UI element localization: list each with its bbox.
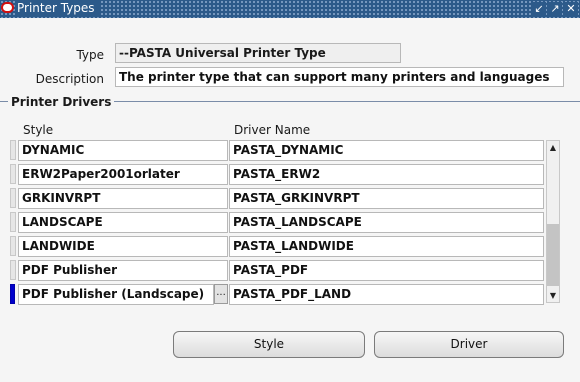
oracle-icon [1,2,14,13]
row-indicator[interactable] [10,236,16,256]
driver-button[interactable]: Driver [374,331,564,358]
row-indicator[interactable] [10,260,16,280]
vertical-scrollbar[interactable]: ▲ ▼ [546,140,560,303]
style-cell[interactable]: GRKINVRPT [18,188,228,209]
style-cell[interactable]: DYNAMIC [18,140,228,161]
printer-drivers-title: Printer Drivers [8,95,115,109]
driver-name-cell[interactable]: PASTA_GRKINVRPT [229,188,544,209]
style-cell[interactable]: LANDWIDE [18,236,228,257]
printer-types-window: Printer Types ↙ ↗ ✕ Type --PASTA Univers… [0,0,580,382]
driver-name-cell[interactable]: PASTA_LANDSCAPE [229,212,544,233]
minimize-icon[interactable]: ↙ [532,2,546,15]
driver-name-cell[interactable]: PASTA_ERW2 [229,164,544,185]
style-cell[interactable]: LANDSCAPE [18,212,228,233]
column-header-driver-name: Driver Name [234,123,311,137]
driver-name-cell[interactable]: PASTA_DYNAMIC [229,140,544,161]
maximize-icon[interactable]: ↗ [548,2,562,15]
style-button[interactable]: Style [173,331,365,358]
list-of-values-button[interactable]: ... [214,284,228,304]
driver-name-cell[interactable]: PASTA_PDF [229,260,544,281]
style-cell[interactable]: ERW2Paper2001orlater [18,164,228,185]
driver-name-cell[interactable]: PASTA_PDF_LAND [229,284,544,305]
title-bar[interactable]: Printer Types ↙ ↗ ✕ [0,0,580,18]
current-row-indicator[interactable] [10,284,15,304]
close-icon[interactable]: ✕ [564,2,578,15]
style-cell[interactable]: PDF Publisher [18,260,228,281]
style-cell-current[interactable]: PDF Publisher (Landscape) [18,284,214,305]
window-title: Printer Types [17,1,99,16]
scroll-down-icon[interactable]: ▼ [547,289,559,302]
description-field[interactable]: The printer type that can support many p… [115,67,564,87]
scroll-up-icon[interactable]: ▲ [547,141,559,154]
row-indicator[interactable] [10,140,16,160]
description-label: Description [35,72,104,86]
type-field[interactable]: --PASTA Universal Printer Type [115,43,401,63]
driver-name-cell[interactable]: PASTA_LANDWIDE [229,236,544,257]
scroll-thumb[interactable] [547,224,559,286]
column-header-style: Style [23,123,54,137]
row-indicator[interactable] [10,212,16,232]
row-indicator[interactable] [10,164,16,184]
row-indicator[interactable] [10,188,16,208]
type-label: Type [76,48,104,62]
